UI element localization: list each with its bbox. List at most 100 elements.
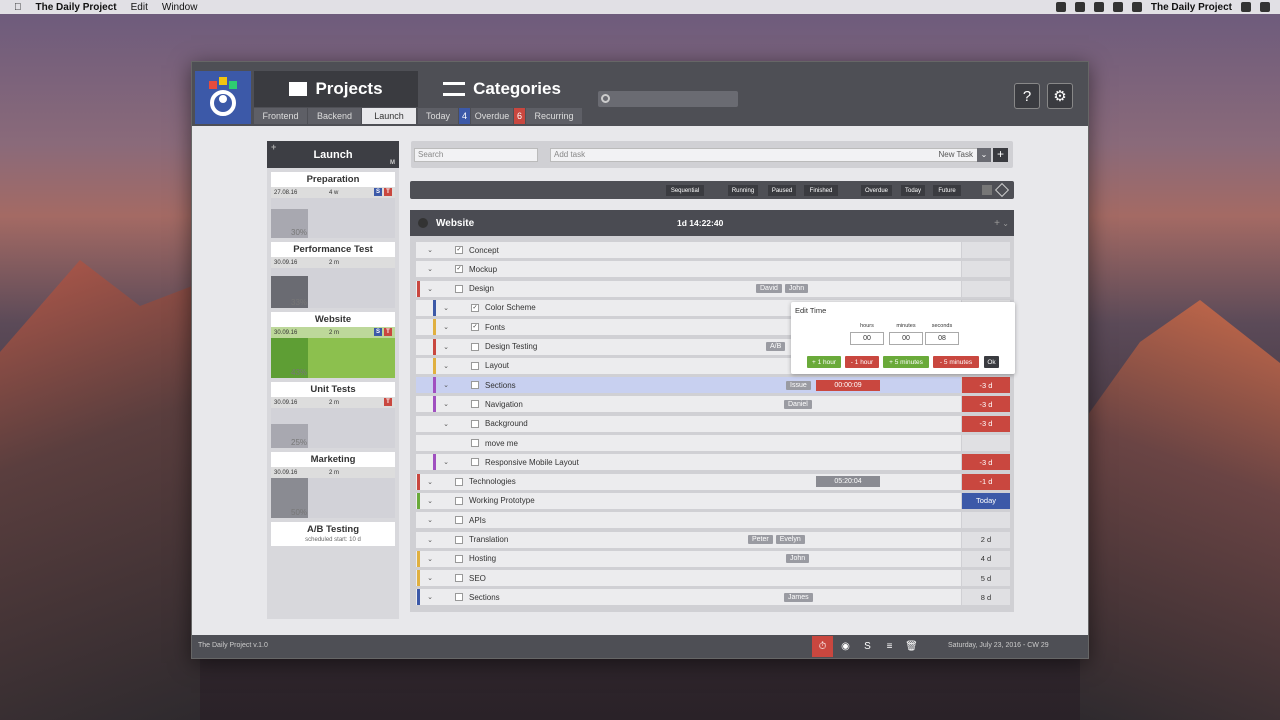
task-name[interactable]: Hosting (469, 554, 496, 563)
seconds-field[interactable]: 08 (925, 332, 959, 345)
sidebar-add-icon[interactable]: + (271, 142, 276, 152)
add-5-minutes-button[interactable]: + 5 minutes (883, 356, 929, 368)
filter-finished[interactable]: Finished (804, 185, 838, 196)
task-name[interactable]: Mockup (469, 265, 497, 274)
task-row[interactable]: ⌄ APIs (416, 512, 1010, 530)
chevron-down-icon[interactable]: ⌄ (425, 265, 435, 273)
task-name[interactable]: Navigation (485, 400, 523, 409)
chevron-down-icon[interactable]: ⌄ (441, 458, 451, 466)
sidebar-project-card[interactable]: Preparation 27.08.16 4 w S T 30% (271, 172, 395, 238)
task-row[interactable]: ⌄ Background -3 d (416, 415, 1010, 433)
subtract-5-minutes-button[interactable]: - 5 minutes (933, 356, 979, 368)
task-name[interactable]: APIs (469, 516, 486, 525)
task-due[interactable]: -3 d (961, 415, 1010, 432)
badge-icon[interactable]: ◉ (835, 636, 856, 657)
subtab-backend[interactable]: Backend (308, 108, 361, 124)
task-name[interactable]: Sections (469, 593, 500, 602)
filter-sequential[interactable]: Sequential (666, 185, 704, 196)
task-tag[interactable]: David (756, 284, 782, 294)
global-search-input[interactable] (598, 91, 738, 107)
task-checkbox[interactable] (471, 458, 479, 467)
task-due[interactable] (961, 512, 1010, 529)
menubar-app-name[interactable]: The Daily Project (36, 2, 117, 13)
task-checkbox[interactable]: ✓ (471, 303, 479, 312)
sidebar-project-card[interactable]: Performance Test 30.09.16 2 m 33% (271, 242, 395, 308)
subtab-launch[interactable]: Launch (362, 108, 416, 124)
task-row[interactable]: ⌄ Working Prototype Today (416, 492, 1010, 510)
task-due[interactable] (961, 280, 1010, 297)
task-due[interactable]: -3 d (961, 377, 1010, 394)
list-settings-icon[interactable]: ≡ (879, 636, 900, 657)
subtract-hour-button[interactable]: - 1 hour (845, 356, 879, 368)
task-row[interactable]: move me (416, 435, 1010, 452)
task-name[interactable]: Fonts (485, 323, 505, 332)
list-icon[interactable] (1260, 2, 1270, 12)
task-checkbox[interactable] (471, 361, 479, 370)
task-name[interactable]: Concept (469, 246, 499, 255)
task-name[interactable]: Translation (469, 535, 508, 544)
task-checkbox[interactable] (455, 593, 463, 602)
sidebar-project-card[interactable]: Marketing 30.09.16 2 m 50% (271, 452, 395, 518)
task-row[interactable]: ⌄ Design David John (416, 280, 1010, 298)
chevron-down-icon[interactable]: ⌄ (441, 323, 451, 331)
task-row[interactable]: ⌄ ✓ Concept (416, 242, 1010, 259)
grid-view-icon[interactable] (982, 185, 992, 195)
task-row[interactable]: ⌄ Sections James 8 d (416, 589, 1010, 607)
task-timer[interactable]: 05:20:04 (816, 476, 880, 488)
apple-icon[interactable]:  (14, 2, 22, 13)
task-due[interactable] (961, 261, 1010, 278)
sidebar-project-card[interactable]: Unit Tests 30.09.16 2 m T 25% (271, 382, 395, 448)
chevron-down-icon[interactable]: ⌄ (441, 362, 451, 370)
task-row[interactable]: ⌄ Navigation Daniel -3 d (416, 396, 1010, 414)
task-name[interactable]: Layout (485, 361, 509, 370)
task-row[interactable]: ⌄ SEO 5 d (416, 570, 1010, 588)
task-name[interactable]: Sections (485, 381, 516, 390)
task-checkbox[interactable] (455, 516, 463, 525)
hours-field[interactable]: 00 (850, 332, 884, 345)
add-subtask-icon[interactable]: + (994, 218, 1000, 229)
task-name[interactable]: SEO (469, 574, 486, 583)
task-row[interactable]: ⌄ Translation Peter Evelyn 2 d (416, 531, 1010, 549)
chevron-down-icon[interactable]: ⌄ (441, 400, 451, 408)
task-name[interactable]: Working Prototype (469, 496, 535, 505)
filter-running[interactable]: Running (728, 185, 758, 196)
task-row[interactable]: ⌄ Responsive Mobile Layout -3 d (416, 454, 1010, 472)
task-due[interactable]: -3 d (961, 396, 1010, 413)
chevron-down-icon[interactable]: ⌄ (425, 536, 435, 544)
chevron-down-icon[interactable]: ⌄ (1002, 219, 1009, 228)
filter-today[interactable]: Today (901, 185, 925, 196)
task-row[interactable]: ⌄ ✓ Mockup (416, 261, 1010, 279)
task-tag[interactable]: Peter (748, 535, 773, 544)
task-checkbox[interactable] (455, 554, 463, 563)
add-task-input[interactable]: Add task New Task (550, 148, 978, 162)
subtab-frontend[interactable]: Frontend (254, 108, 307, 124)
task-tag[interactable]: James (784, 592, 813, 602)
task-tag[interactable]: A/B (766, 342, 786, 351)
task-name[interactable]: Background (485, 419, 528, 428)
task-tag[interactable]: Evelyn (775, 535, 805, 544)
wifi-icon[interactable] (1112, 2, 1123, 12)
task-due[interactable]: -3 d (961, 454, 1010, 471)
task-checkbox[interactable] (471, 419, 479, 428)
ok-button[interactable]: Ok (984, 356, 999, 368)
task-tag[interactable]: Issue (786, 380, 811, 390)
chevron-down-icon[interactable]: ⌄ (425, 285, 435, 293)
search-icon[interactable] (1241, 2, 1251, 12)
chevron-down-icon[interactable]: ⌄ (425, 478, 435, 486)
task-tag[interactable]: Daniel (784, 399, 812, 409)
app-logo[interactable] (195, 71, 251, 124)
task-checkbox[interactable]: ✓ (471, 323, 479, 332)
task-tag[interactable]: John (784, 284, 809, 294)
menu-window[interactable]: Window (162, 2, 198, 13)
trash-icon[interactable]: 🗑 (901, 636, 922, 657)
task-due[interactable]: Today (961, 492, 1010, 509)
task-due[interactable]: 8 d (961, 589, 1010, 606)
battery-icon[interactable] (1131, 2, 1142, 12)
sequential-icon[interactable]: S (857, 636, 878, 657)
chevron-down-icon[interactable]: ⌄ (441, 381, 451, 389)
task-due[interactable]: 2 d (961, 531, 1010, 548)
tag-icon[interactable] (994, 182, 1010, 198)
subtab-recurring[interactable]: Recurring (526, 108, 582, 124)
task-due[interactable]: 4 d (961, 550, 1010, 567)
tab-projects[interactable]: Projects (254, 71, 418, 107)
